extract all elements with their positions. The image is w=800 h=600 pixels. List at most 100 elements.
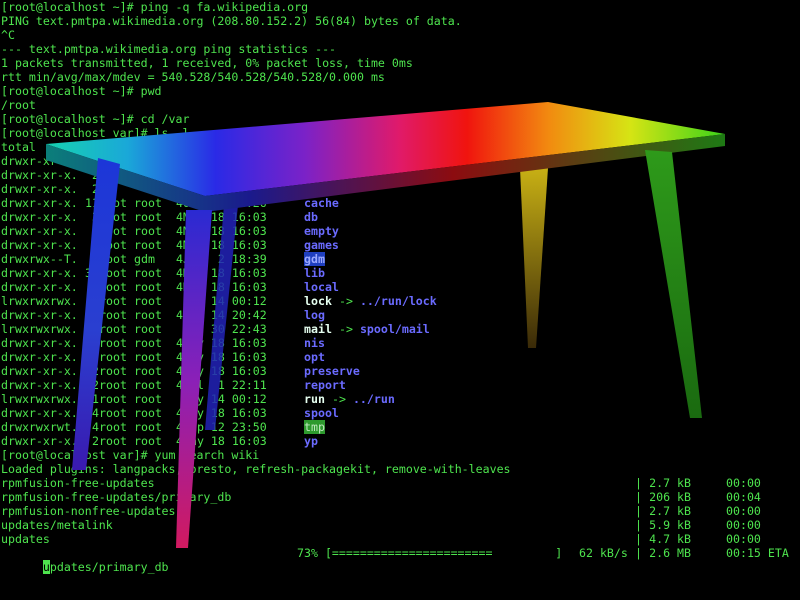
directory-listing: drwxr-xr-x. drwxr-xr-x. 2 drwxr-xr-x. 2 accou…: [1, 154, 799, 448]
listing-links: 11: [85, 196, 99, 210]
listing-date: Jul 30 22:43: [183, 322, 267, 336]
listing-name: empty: [304, 224, 339, 238]
listing-name: local: [304, 280, 339, 294]
listing-date: May 18 16:03: [183, 280, 267, 294]
repo-time: 00:04: [726, 490, 761, 504]
progress-size: 2.6 MB: [649, 546, 691, 560]
listing-name: tmp: [304, 420, 325, 434]
listing-links: 14: [85, 406, 99, 420]
terminal-output[interactable]: [root@localhost ~]# ping -q fa.wikipedia…: [1, 0, 799, 574]
repo-row: rpmfusion-free-updates/primary_db | 206 kB…: [1, 490, 799, 504]
listing-name: yp: [304, 434, 318, 448]
listing-perm: drwxr-xr-x.: [1, 182, 78, 196]
listing-links: 1: [92, 294, 99, 308]
listing-row: drwxr-xr-x. 2root root 4May 18 16:03 local: [1, 280, 799, 294]
listing-owner: root: [99, 294, 127, 308]
repo-time: 00:00: [726, 504, 761, 518]
repo-name: updates/metalink: [1, 518, 113, 532]
listing-row: drwxrwx--T. 7root gdm 4Jun 2 18:39 gdm: [1, 252, 799, 266]
symlink-target: -> ../run/lock: [339, 294, 437, 308]
terminal-line: rtt min/avg/max/mdev = 540.528/540.528/5…: [1, 70, 385, 84]
listing-links: 2: [92, 182, 99, 196]
listing-row: drwxr-xr-x. 31root root 4May 18 16:03 lib: [1, 266, 799, 280]
listing-meta: drwxr-xr-x. 3root root 4May 18 16:03: [1, 224, 274, 238]
terminal-cursor[interactable]: u: [42, 560, 50, 574]
listing-links: 2: [92, 434, 99, 448]
listing-owner: root: [99, 406, 127, 420]
terminal-screen[interactable]: [root@localhost ~]# ping -q fa.wikipedia…: [0, 0, 800, 600]
listing-perm: lrwxrwxrwx.: [1, 392, 78, 406]
listing-meta: drwxr-xr-x. 2root root 4May 18 16:03: [1, 336, 274, 350]
listing-group: root: [134, 378, 162, 392]
listing-meta: drwxr-xr-x. 2root root 4May 18 16:03: [1, 350, 274, 364]
listing-row: drwxr-xr-x. 2root root 4May 18 16:03 opt: [1, 350, 799, 364]
listing-row: drwxr-xr-x. 2root root 4Jul 1 22:11 report: [1, 378, 799, 392]
listing-size: 4: [176, 280, 183, 294]
listing-name: games: [304, 238, 339, 252]
listing-date: May 18 16:03: [183, 238, 267, 252]
progress-percent: 73% [======================= ]: [297, 546, 563, 560]
repo-name: rpmfusion-free-updates/primary_db: [1, 490, 232, 504]
listing-row: drwxr-xr-x. 3root root 4May 18 16:03 db: [1, 210, 799, 224]
listing-links: 7: [92, 252, 99, 266]
listing-links: 2: [92, 308, 99, 322]
repo-size: 2.7 kB: [649, 476, 691, 490]
symlink-arrow: ->: [339, 322, 353, 336]
listing-name: gdm: [304, 252, 325, 266]
listing-perm: drwxr-xr-x.: [1, 308, 78, 322]
listing-row: drwxrwxrwt. 4root root 4Sep 12 23:50 tmp: [1, 420, 799, 434]
listing-owner: root: [99, 434, 127, 448]
listing-meta: drwxr-xr-x. 2root root 4May 18 16:03: [1, 238, 274, 252]
listing-perm: drwxr-xr-x.: [1, 378, 78, 392]
terminal-line: [root@localhost var]# ls -l: [1, 126, 190, 140]
listing-perm: lrwxrwxrwx.: [1, 294, 78, 308]
terminal-line: PING text.pmtpa.wikimedia.org (208.80.15…: [1, 14, 462, 28]
repo-row: updates/metalink | 5.9 kB 00:00: [1, 518, 799, 532]
listing-group: root: [134, 224, 162, 238]
listing-meta: drwxr-xr-x. 3root root 4May 18 16:03: [1, 210, 274, 224]
listing-size: 4: [176, 196, 183, 210]
terminal-line: [root@localhost ~]# ping -q fa.wikipedia…: [1, 0, 309, 14]
listing-row: drwxr-xr-x. 2 account: [1, 182, 799, 196]
listing-group: gdm: [134, 252, 155, 266]
listing-date: Sep 12 23:50: [183, 420, 267, 434]
symlink-path: ../run/lock: [359, 294, 437, 308]
listing-name: cache: [304, 196, 339, 210]
listing-size: 4: [176, 406, 183, 420]
listing-owner: root: [99, 420, 127, 434]
listing-perm: drwxr-xr-x.: [1, 336, 78, 350]
listing-perm: drwxr-xr-x.: [1, 350, 78, 364]
listing-links: 2: [92, 168, 99, 182]
repo-row: rpmfusion-nonfree-updates | 2.7 kB 00:00: [1, 504, 799, 518]
progress-rate: 62 kB/s: [579, 546, 628, 560]
listing-perm: drwxrwx--T.: [1, 252, 78, 266]
listing-meta: lrwxrwxrwx. 1root root May 14 00:12: [1, 294, 274, 308]
listing-links: 2: [92, 280, 99, 294]
repo-name: updates: [1, 532, 50, 546]
listing-group: root: [134, 210, 162, 224]
listing-size: 4: [176, 266, 183, 280]
listing-name: log: [304, 308, 325, 322]
listing-date: May 18 16:03: [183, 266, 267, 280]
listing-name: report: [304, 378, 346, 392]
listing-size: 4: [176, 308, 183, 322]
listing-links: 2: [92, 350, 99, 364]
listing-meta: drwxr-xr-x. 2root root 4Jul 1 22:11: [1, 378, 274, 392]
listing-date: Jul 1 22:11: [183, 378, 267, 392]
terminal-line: [root@localhost ~]# cd /var: [1, 112, 190, 126]
listing-row: drwxr-xr-x. 14root root 4May 18 16:03 spool: [1, 406, 799, 420]
listing-group: root: [134, 196, 162, 210]
listing-date: May 14 00:12: [183, 294, 267, 308]
listing-row: drwxr-xr-x. 2root root 4May 18 16:03 nis: [1, 336, 799, 350]
listing-size: 4: [176, 378, 183, 392]
listing-name: preserve: [304, 364, 360, 378]
listing-owner: root: [99, 280, 127, 294]
repo-row: rpmfusion-free-updates | 2.7 kB 00:00: [1, 476, 799, 490]
listing-owner: root: [99, 336, 127, 350]
command-history: [root@localhost ~]# ping -q fa.wikipedia…: [1, 0, 799, 154]
listing-row: lrwxrwxrwx. 1root root May 14 00:12 run -> ..…: [1, 392, 799, 406]
listing-owner: root: [99, 196, 127, 210]
listing-links: 1: [92, 322, 99, 336]
listing-meta: lrwxrwxrwx. 1root root Jul 30 22:43: [1, 322, 274, 336]
terminal-line: ^C: [1, 28, 15, 42]
